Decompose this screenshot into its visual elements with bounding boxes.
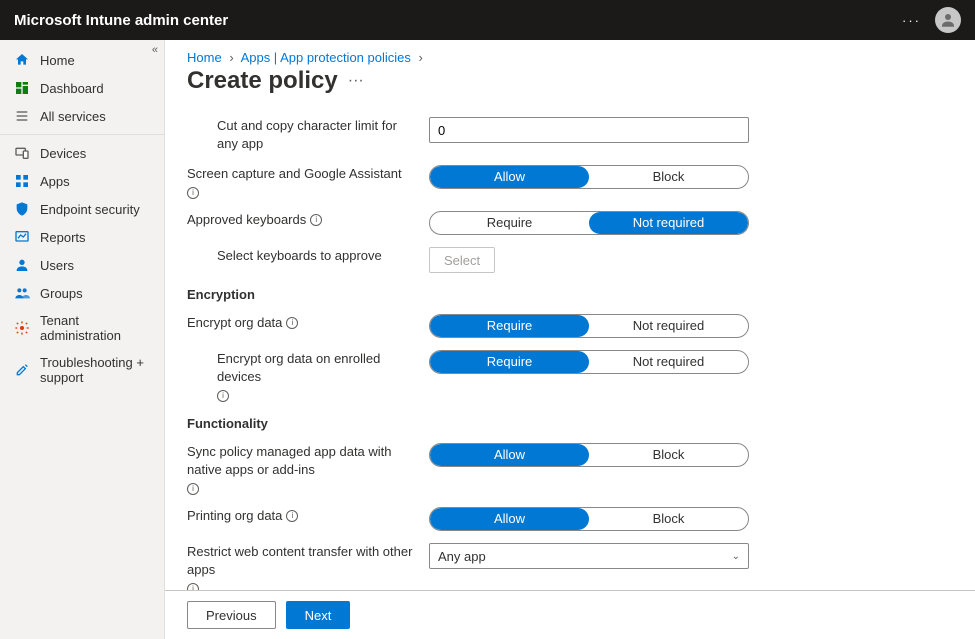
sidebar-item-label: Apps	[40, 174, 70, 189]
approved-kb-require[interactable]: Require	[430, 212, 589, 234]
app-header: Microsoft Intune admin center ···	[0, 0, 975, 40]
info-icon[interactable]: i	[187, 187, 199, 199]
chevron-right-icon: ›	[419, 50, 423, 65]
next-button[interactable]: Next	[286, 601, 351, 629]
printing-label: Printing org datai	[187, 507, 417, 525]
breadcrumb-home[interactable]: Home	[187, 50, 222, 65]
approved-kb-label: Approved keyboardsi	[187, 211, 417, 229]
all-services-icon	[14, 108, 30, 124]
section-functionality: Functionality	[187, 416, 953, 431]
shield-icon	[14, 201, 30, 217]
info-icon[interactable]: i	[187, 583, 199, 590]
tools-icon	[14, 362, 30, 378]
sidebar-item-troubleshooting[interactable]: Troubleshooting + support	[0, 349, 164, 391]
sidebar-item-reports[interactable]: Reports	[0, 223, 164, 251]
sidebar: « Home Dashboard All services Devices Ap…	[0, 40, 165, 639]
home-icon	[14, 52, 30, 68]
sidebar-item-label: Dashboard	[40, 81, 104, 96]
sidebar-item-endpoint-security[interactable]: Endpoint security	[0, 195, 164, 223]
printing-block[interactable]: Block	[589, 508, 748, 530]
screencap-allow[interactable]: Allow	[430, 166, 589, 188]
restrict-web-value: Any app	[438, 549, 486, 564]
page-more-icon[interactable]: ···	[348, 73, 364, 89]
users-icon	[14, 257, 30, 273]
sidebar-item-label: Troubleshooting + support	[40, 355, 154, 385]
encrypt-require[interactable]: Require	[430, 315, 589, 337]
chevron-down-icon: ⌄	[732, 551, 740, 562]
devices-icon	[14, 145, 30, 161]
sidebar-item-label: Tenant administration	[40, 313, 154, 343]
screencap-toggle[interactable]: Allow Block	[429, 165, 749, 189]
encrypt-enrolled-notrequired[interactable]: Not required	[589, 351, 748, 373]
sidebar-item-devices[interactable]: Devices	[0, 139, 164, 167]
groups-icon	[14, 285, 30, 301]
collapse-icon[interactable]: «	[152, 44, 158, 56]
sidebar-item-label: Groups	[40, 286, 83, 301]
breadcrumb-apps-policies[interactable]: Apps | App protection policies	[241, 50, 411, 65]
select-kb-button: Select	[429, 247, 495, 273]
breadcrumb: Home › Apps | App protection policies ›	[165, 40, 975, 67]
sync-toggle[interactable]: Allow Block	[429, 443, 749, 467]
sidebar-item-tenant-administration[interactable]: Tenant administration	[0, 307, 164, 349]
wizard-footer: Previous Next	[165, 590, 975, 639]
cutcopy-limit-label: Cut and copy character limit for any app	[187, 117, 417, 153]
section-encryption: Encryption	[187, 287, 953, 302]
sidebar-item-dashboard[interactable]: Dashboard	[0, 74, 164, 102]
sync-block[interactable]: Block	[589, 444, 748, 466]
sidebar-item-label: Home	[40, 53, 75, 68]
sidebar-item-groups[interactable]: Groups	[0, 279, 164, 307]
previous-button[interactable]: Previous	[187, 601, 276, 629]
printing-allow[interactable]: Allow	[430, 508, 589, 530]
encrypt-enrolled-require[interactable]: Require	[430, 351, 589, 373]
screencap-block[interactable]: Block	[589, 166, 748, 188]
reports-icon	[14, 229, 30, 245]
screencap-label: Screen capture and Google Assistanti	[187, 165, 417, 199]
sidebar-item-label: All services	[40, 109, 106, 124]
restrict-web-label: Restrict web content transfer with other…	[187, 543, 417, 590]
sidebar-item-home[interactable]: Home	[0, 46, 164, 74]
info-icon[interactable]: i	[286, 510, 298, 522]
tenant-icon	[14, 320, 30, 336]
sidebar-item-apps[interactable]: Apps	[0, 167, 164, 195]
dashboard-icon	[14, 80, 30, 96]
product-title: Microsoft Intune admin center	[14, 12, 228, 29]
encrypt-enrolled-label: Encrypt org data on enrolled devicesi	[187, 350, 417, 402]
page-title: Create policy	[187, 67, 338, 95]
encrypt-label: Encrypt org datai	[187, 314, 417, 332]
sidebar-item-label: Endpoint security	[40, 202, 140, 217]
info-icon[interactable]: i	[187, 483, 199, 495]
select-kb-label: Select keyboards to approve	[187, 247, 417, 265]
info-icon[interactable]: i	[217, 390, 229, 402]
approved-kb-notrequired[interactable]: Not required	[589, 212, 748, 234]
chevron-right-icon: ›	[229, 50, 233, 65]
apps-icon	[14, 173, 30, 189]
sidebar-item-label: Users	[40, 258, 74, 273]
approved-kb-toggle[interactable]: Require Not required	[429, 211, 749, 235]
printing-toggle[interactable]: Allow Block	[429, 507, 749, 531]
encrypt-toggle[interactable]: Require Not required	[429, 314, 749, 338]
sidebar-item-all-services[interactable]: All services	[0, 102, 164, 130]
more-icon[interactable]: ···	[902, 13, 921, 28]
sync-label: Sync policy managed app data with native…	[187, 443, 417, 495]
encrypt-notrequired[interactable]: Not required	[589, 315, 748, 337]
info-icon[interactable]: i	[286, 317, 298, 329]
sync-allow[interactable]: Allow	[430, 444, 589, 466]
cutcopy-limit-input[interactable]	[429, 117, 749, 143]
sidebar-item-label: Devices	[40, 146, 86, 161]
avatar[interactable]	[935, 7, 961, 33]
form-body: Cut and copy character limit for any app…	[165, 101, 975, 590]
restrict-web-select[interactable]: Any app ⌄	[429, 543, 749, 569]
info-icon[interactable]: i	[310, 214, 322, 226]
sidebar-item-users[interactable]: Users	[0, 251, 164, 279]
encrypt-enrolled-toggle[interactable]: Require Not required	[429, 350, 749, 374]
sidebar-item-label: Reports	[40, 230, 86, 245]
